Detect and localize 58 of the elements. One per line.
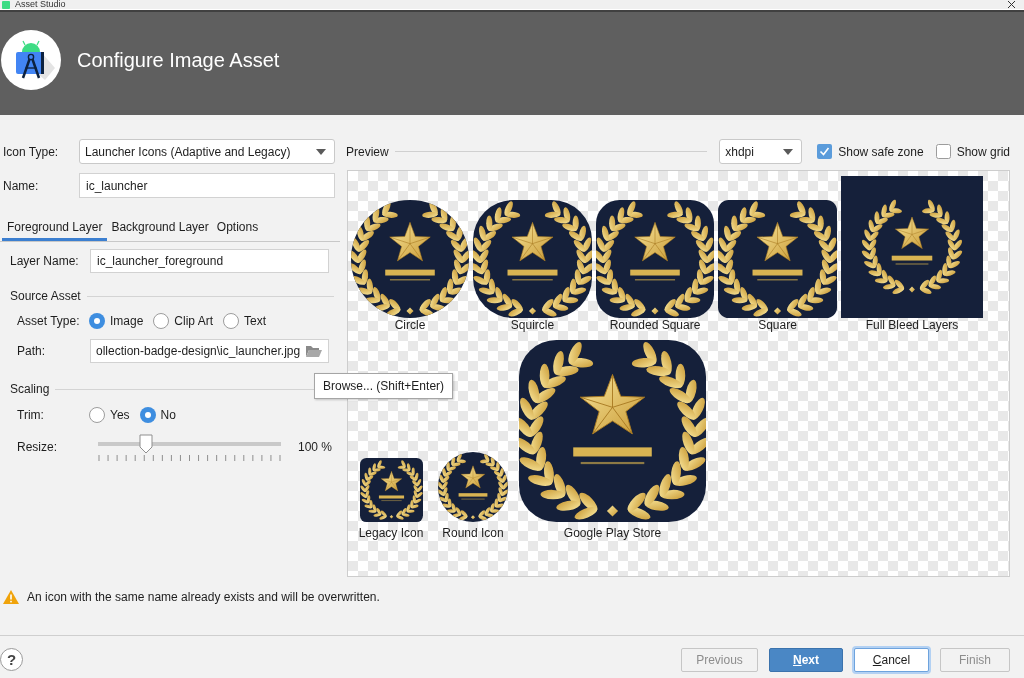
badge-drawing xyxy=(359,458,423,522)
path-field[interactable]: ollection-badge-design\ic_launcher.jpg xyxy=(90,339,329,363)
icon-label: Squircle xyxy=(510,318,555,332)
icon-type-dropdown[interactable]: Launcher Icons (Adaptive and Legacy) xyxy=(79,139,335,164)
window-title: Asset Studio xyxy=(15,0,66,9)
checkbox-label[interactable]: Show grid xyxy=(956,144,1010,159)
resize-value: 100 % xyxy=(297,439,332,454)
layer-name-field[interactable]: ic_launcher_foreground xyxy=(90,249,329,273)
close-icon[interactable] xyxy=(1008,1,1015,8)
radio-label[interactable]: Yes xyxy=(110,408,130,422)
icon-label: Full Bleed Layers xyxy=(865,318,959,332)
checkbox[interactable] xyxy=(817,144,833,159)
section-title: Source Asset xyxy=(10,289,81,303)
field-label: Layer Name: xyxy=(9,254,80,268)
radio-label[interactable]: Text xyxy=(244,314,267,328)
tab[interactable]: Background Layer xyxy=(107,213,213,241)
radio-label[interactable]: Image xyxy=(110,314,144,328)
field-label: Trim: xyxy=(16,408,45,422)
field-label: Asset Type: xyxy=(16,314,81,328)
warning-icon xyxy=(3,590,19,604)
radio-label[interactable]: No xyxy=(160,408,176,422)
warning-message: An icon with the same name already exists and will be overwritten. xyxy=(27,590,380,604)
field-label: Icon Type: xyxy=(2,144,60,159)
caret-icon xyxy=(316,148,326,155)
icon-label: Google Play Store xyxy=(563,526,662,540)
radio-button[interactable] xyxy=(89,407,105,423)
preview-title: Preview xyxy=(346,144,389,159)
section-title: Scaling xyxy=(10,382,50,396)
caret-icon xyxy=(783,148,794,155)
field-label: Path: xyxy=(16,344,47,358)
badge-drawing xyxy=(438,452,508,522)
radio-button[interactable] xyxy=(89,313,105,329)
icon-label: Square xyxy=(758,318,797,332)
slider-thumb[interactable] xyxy=(138,434,153,454)
checkbox-label[interactable]: Show safe zone xyxy=(838,144,924,159)
icon-label: Round Icon xyxy=(442,526,504,540)
tab[interactable]: Options xyxy=(212,213,263,241)
density-dropdown[interactable]: xhdpi xyxy=(719,139,803,164)
radio-button[interactable] xyxy=(139,407,156,423)
icon-label: Circle xyxy=(394,318,426,332)
folder-icon[interactable] xyxy=(306,345,322,357)
radio-button[interactable] xyxy=(153,313,170,329)
tooltip: Browse... (Shift+Enter) xyxy=(314,373,454,399)
field-label: Resize: xyxy=(16,439,58,454)
field-label: Name: xyxy=(2,178,40,193)
app-icon xyxy=(2,0,10,9)
checkbox[interactable] xyxy=(935,144,951,159)
wizard-button[interactable]: Cancel xyxy=(854,648,929,672)
tab[interactable]: Foreground Layer xyxy=(2,213,108,241)
wizard-button[interactable]: Next xyxy=(769,648,843,672)
radio-label[interactable]: Clip Art xyxy=(174,314,214,328)
help-button[interactable]: ? xyxy=(0,648,23,671)
logo-icon xyxy=(1,29,61,90)
radio-button[interactable] xyxy=(223,313,240,329)
icon-label: Rounded Square xyxy=(609,318,701,332)
name-field[interactable]: ic_launcher xyxy=(79,173,335,198)
header-title: Configure Image Asset xyxy=(77,47,280,72)
icon-label: Legacy Icon xyxy=(358,526,424,540)
